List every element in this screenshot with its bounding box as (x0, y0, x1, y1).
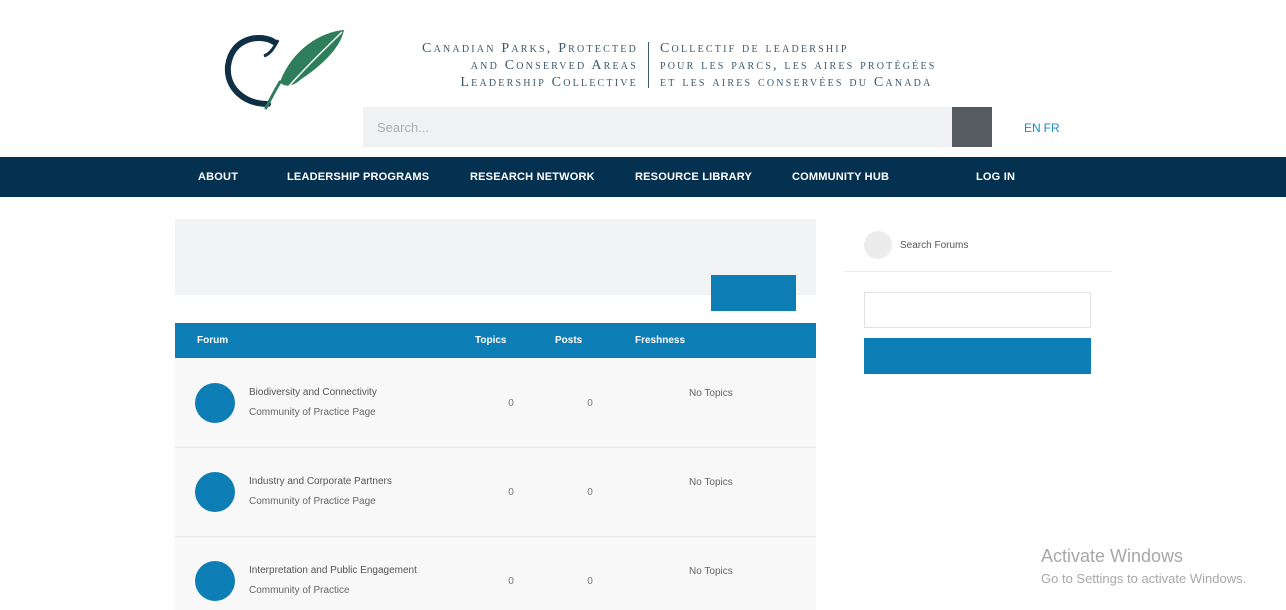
forum-title-link[interactable]: Industry and Corporate Partners (249, 476, 392, 487)
header-forum: Forum (197, 335, 229, 346)
header-topics: Topics (475, 335, 507, 346)
forum-topics-count: 0 (508, 398, 514, 409)
forum-row: Interpretation and Public Engagement Com… (175, 537, 816, 610)
forum-title-link[interactable]: Biodiversity and Connectivity (249, 387, 377, 398)
language-switcher: EN FR (1024, 121, 1063, 135)
main-nav: ABOUT LEADERSHIP PROGRAMS RESEARCH NETWO… (0, 157, 1286, 197)
brand-fr-line-2: pour les parcs, les aires protégées (660, 58, 937, 73)
nav-community-hub[interactable]: COMMUNITY HUB (792, 171, 889, 183)
forum-search-button[interactable] (864, 338, 1091, 374)
brand-en-line-3: Leadership Collective (460, 75, 638, 90)
forum-search-input[interactable] (864, 292, 1091, 328)
forum-title-link[interactable]: Interpretation and Public Engagement (249, 565, 417, 576)
forum-topics-count: 0 (508, 576, 514, 587)
forum-table-header: Forum Topics Posts Freshness (175, 323, 816, 358)
forum-freshness: No Topics (689, 477, 733, 488)
activate-windows-title: Activate Windows (1041, 546, 1184, 566)
lang-en-link[interactable]: EN (1024, 121, 1041, 135)
forum-row: Biodiversity and Connectivity Community … (175, 358, 816, 447)
forum-avatar[interactable] (195, 472, 235, 512)
site-logo[interactable] (222, 26, 352, 112)
forum-freshness: No Topics (689, 388, 733, 399)
activate-windows-subtitle: Go to Settings to activate Windows. (1041, 571, 1247, 586)
site-search (363, 107, 992, 147)
forum-description: Community of Practice Page (249, 407, 376, 418)
forum-row: Industry and Corporate Partners Communit… (175, 448, 816, 537)
nav-leadership-programs[interactable]: LEADERSHIP PROGRAMS (287, 171, 429, 183)
brand-fr-line-3: et les aires conservées du Canada (660, 75, 933, 90)
sidebar-divider (844, 271, 1112, 272)
search-icon[interactable] (952, 107, 992, 147)
lang-fr-link[interactable]: FR (1044, 121, 1060, 135)
forum-posts-count: 0 (587, 576, 593, 587)
header-posts: Posts (555, 335, 583, 346)
search-forums-icon (864, 231, 892, 259)
forum-description: Community of Practice Page (249, 496, 376, 507)
site-search-input[interactable] (363, 107, 952, 147)
forum-posts-count: 0 (587, 487, 593, 498)
nav-resource-library[interactable]: RESOURCE LIBRARY (635, 171, 752, 183)
header-freshness: Freshness (635, 335, 686, 346)
forum-topics-count: 0 (508, 487, 514, 498)
forum-posts-count: 0 (587, 398, 593, 409)
brand-french: Collectif de leadership pour les parcs, … (660, 40, 990, 91)
nav-research-network[interactable]: RESEARCH NETWORK (470, 171, 595, 183)
brand-en-line-1: Canadian Parks, Protected (422, 41, 638, 56)
nav-about[interactable]: ABOUT (198, 171, 238, 183)
brand-en-line-2: and Conserved Areas (470, 58, 638, 73)
nav-log-in[interactable]: LOG IN (976, 171, 1015, 183)
forum-avatar[interactable] (195, 383, 235, 423)
forum-freshness: No Topics (689, 566, 733, 577)
brand-english: Canadian Parks, Protected and Conserved … (370, 40, 638, 91)
brand-fr-line-1: Collectif de leadership (660, 41, 849, 56)
brand-divider (648, 42, 649, 88)
sidebar-title: Search Forums (900, 240, 969, 251)
forum-action-button[interactable] (711, 275, 796, 311)
forum-avatar[interactable] (195, 561, 235, 601)
forum-description: Community of Practice (249, 585, 350, 596)
